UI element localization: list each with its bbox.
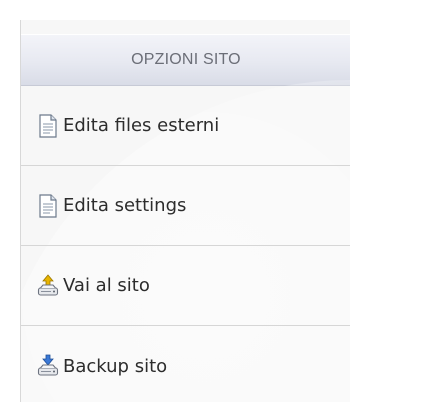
upload-drive-icon bbox=[37, 273, 59, 299]
menu-item-label: Vai al sito bbox=[63, 275, 150, 296]
menu-item-edit-settings[interactable]: Edita settings bbox=[21, 166, 350, 246]
menu-item-go-to-site[interactable]: Vai al sito bbox=[21, 246, 350, 326]
download-drive-icon bbox=[37, 353, 59, 379]
panel-header: OPZIONI SITO bbox=[21, 34, 350, 86]
menu-item-edit-external-files[interactable]: Edita files esterni bbox=[21, 86, 350, 166]
panel-title: OPZIONI SITO bbox=[131, 51, 241, 68]
site-options-menu: Edita files esterni Edita settings Vai a… bbox=[21, 86, 350, 402]
menu-item-label: Edita settings bbox=[63, 195, 187, 216]
site-options-panel: OPZIONI SITO Edita files esterni Edita s… bbox=[20, 20, 350, 402]
document-icon bbox=[37, 113, 59, 139]
menu-item-backup-site[interactable]: Backup sito bbox=[21, 326, 350, 402]
menu-item-label: Edita files esterni bbox=[63, 115, 220, 136]
menu-item-label: Backup sito bbox=[63, 355, 168, 377]
document-icon bbox=[37, 193, 59, 219]
